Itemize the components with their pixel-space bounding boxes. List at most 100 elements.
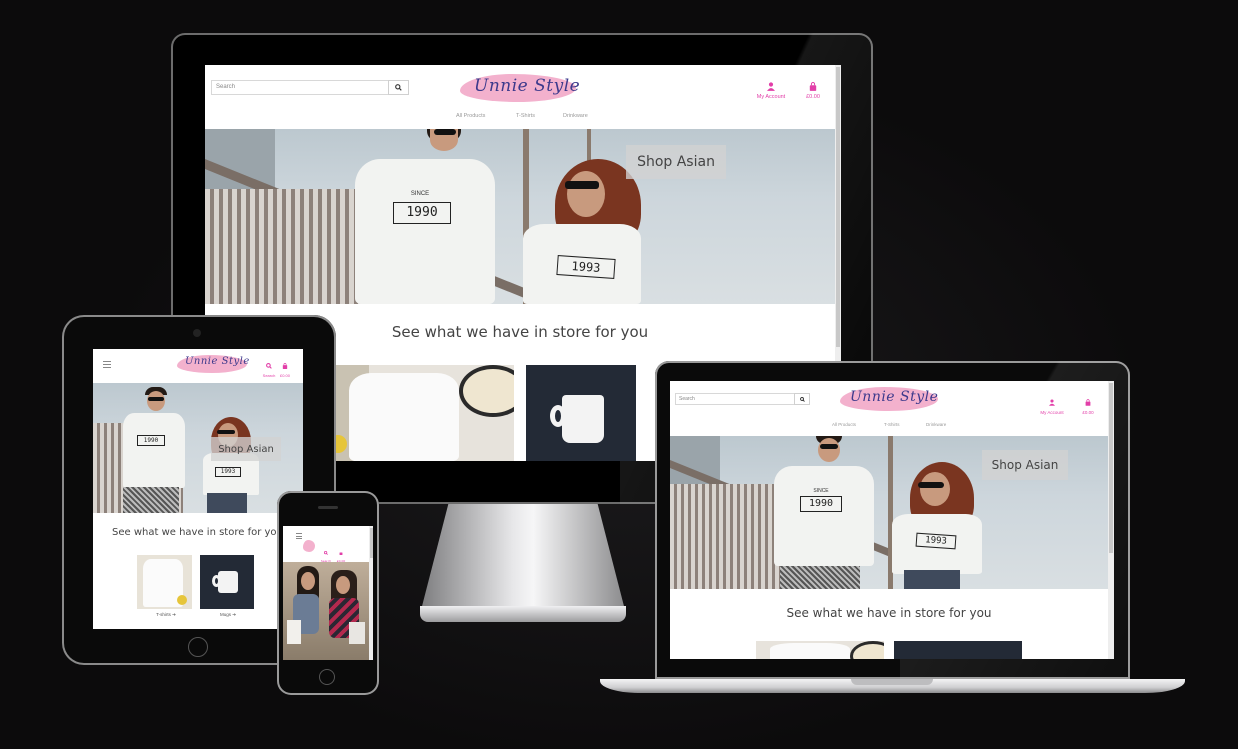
search-toggle[interactable]: Search (319, 540, 333, 563)
nav-t-shirts[interactable]: T-Shirts (516, 113, 535, 119)
phone-speaker (318, 506, 338, 509)
woman-sunglasses (217, 430, 235, 434)
hamburger-menu-icon[interactable] (296, 533, 302, 539)
tile-mug-handle (550, 405, 566, 427)
tile-hat (850, 641, 884, 659)
site-logo[interactable]: Unnie Style (177, 353, 249, 375)
tile-hat (459, 365, 514, 417)
nav-all-products[interactable]: All Products (832, 422, 856, 427)
laptop-notch (851, 679, 933, 685)
user-icon (767, 82, 775, 91)
logo-text: Unnie Style (850, 389, 939, 405)
man-shirt-year: 1990 (393, 202, 451, 224)
phone-home-button[interactable] (319, 669, 335, 685)
girl2-face (336, 576, 350, 594)
woman-shirt-year: 1993 (556, 255, 616, 279)
category-tile-tshirts[interactable] (756, 641, 884, 659)
search-input[interactable]: Search (211, 80, 389, 95)
search-label: Search (262, 373, 276, 378)
category-link-tshirts[interactable]: T-shirts ➔ (141, 612, 191, 618)
search-input[interactable]: Search (675, 393, 795, 405)
tile-tshirt (770, 643, 850, 659)
cart-total: £0.00 (279, 373, 290, 378)
hero-banner[interactable]: SINCE 1990 1993 Shop Asian (670, 436, 1108, 589)
hero-banner[interactable]: 1990 1993 Shop Asian (93, 383, 303, 513)
site-logo[interactable]: Unnie Style (840, 385, 940, 413)
scrollbar-thumb[interactable] (836, 67, 840, 347)
category-tile-tshirts[interactable] (329, 365, 514, 461)
tile-mug (562, 395, 604, 443)
search-icon (395, 84, 402, 91)
category-tile-mugs[interactable] (200, 555, 254, 609)
man-sunglasses (148, 397, 164, 401)
phone-screen: Search £0.00 (283, 526, 373, 660)
tablet-camera (193, 329, 201, 337)
tile-mug (218, 571, 238, 593)
nav-drinkware[interactable]: Drinkware (926, 422, 946, 427)
girl1-face (301, 572, 315, 590)
hero-banner[interactable]: SINCE 1990 1993 Shop Asian (205, 129, 835, 304)
search-button[interactable] (388, 80, 409, 95)
man-pants (780, 566, 860, 589)
monitor-stand (420, 502, 626, 614)
my-account-link[interactable]: My Account (753, 76, 789, 100)
category-link-mugs[interactable]: Mugs ➔ (203, 612, 253, 618)
cart-total: £0.00 (806, 94, 820, 100)
category-tile-mugs[interactable] (526, 365, 636, 461)
man-tshirt (123, 413, 185, 488)
search-icon (324, 551, 328, 555)
woman-face (567, 171, 605, 217)
my-account-label: My Account (1040, 410, 1064, 415)
cart-link[interactable]: £0.00 (277, 354, 293, 378)
woman-sunglasses (918, 482, 944, 488)
shopping-bag-right (349, 622, 365, 644)
tile-lemon (177, 595, 187, 605)
site-logo[interactable]: Unnie Style (460, 71, 580, 103)
man-shirt-year: 1990 (137, 435, 165, 446)
logo-text: Unnie Style (185, 356, 250, 367)
scrollbar-thumb[interactable] (1109, 383, 1113, 553)
man-shirt-since: SINCE (813, 488, 829, 494)
nav-t-shirts[interactable]: T-Shirts (884, 422, 900, 427)
cart-total: £0.00 (1082, 410, 1094, 415)
monitor-base (420, 606, 626, 622)
man-tshirt (774, 466, 874, 566)
woman-jeans (207, 493, 247, 513)
logo-brush-blob (303, 540, 315, 552)
my-account-link[interactable]: My Account (1034, 391, 1070, 415)
category-tile-tshirts[interactable] (137, 555, 192, 609)
cart-link[interactable]: £0.00 (334, 540, 348, 563)
man-shirt-since: SINCE (410, 191, 430, 197)
tablet-screen: Unnie Style Search £0.00 1990 1993 Shop … (93, 349, 303, 629)
tablet-home-button[interactable] (188, 637, 208, 657)
shopping-bag-left (287, 620, 301, 644)
shop-asian-button[interactable]: Shop Asian (982, 450, 1068, 480)
man-face (147, 391, 165, 411)
search-toggle[interactable]: Search (261, 354, 277, 378)
shopping-bag-icon (282, 362, 288, 369)
search-button[interactable] (794, 393, 810, 405)
man-face (818, 438, 840, 462)
scrollbar-thumb[interactable] (369, 528, 373, 558)
man-shirt-year: 1990 (800, 496, 842, 512)
site-logo[interactable] (303, 540, 317, 554)
woman-face (920, 472, 950, 506)
woman-sunglasses (565, 181, 599, 189)
woman-jeans (904, 570, 960, 589)
category-tile-mugs[interactable] (894, 641, 1022, 659)
cart-link[interactable]: £0.00 (1076, 391, 1100, 415)
man-pants (123, 487, 179, 513)
woman-shirt-year: 1993 (215, 467, 241, 477)
hamburger-menu-icon[interactable] (103, 361, 111, 368)
man-sunglasses (820, 444, 838, 449)
hero-banner[interactable] (283, 562, 369, 660)
nav-all-products[interactable]: All Products (456, 113, 485, 119)
tile-mug-handle (212, 575, 221, 587)
nav-drinkware[interactable]: Drinkware (563, 113, 588, 119)
tagline: See what we have in store for you (112, 527, 283, 538)
shopping-bag-icon (1085, 399, 1091, 406)
shop-asian-button[interactable]: Shop Asian (626, 145, 726, 179)
laptop-screen: Search Unnie Style My Account £0.00 All … (670, 381, 1114, 659)
cart-link[interactable]: £0.00 (801, 76, 825, 100)
shop-asian-button[interactable]: Shop Asian (211, 437, 281, 461)
